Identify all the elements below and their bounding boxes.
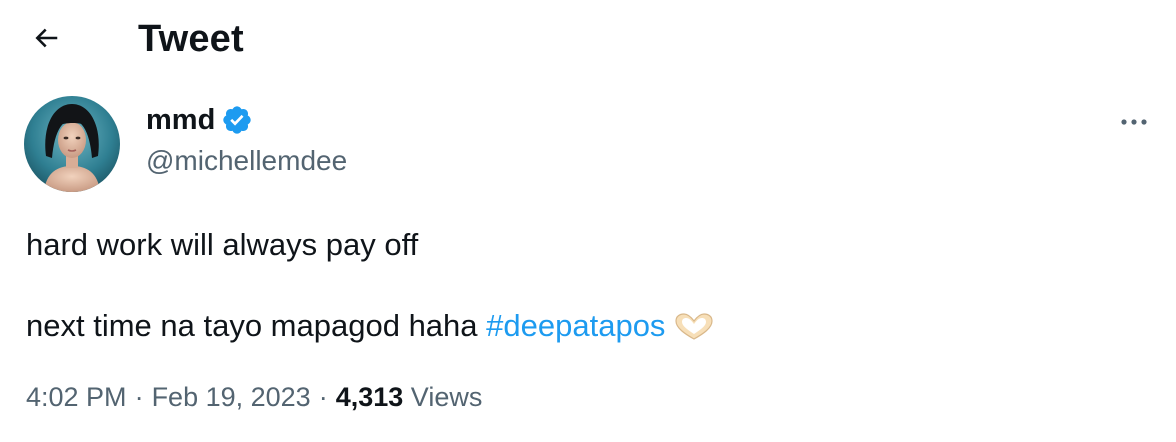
meta-separator: · bbox=[134, 382, 144, 412]
tweet-meta: 4:02 PM · Feb 19, 2023 · 4,313 Views bbox=[26, 380, 482, 414]
tweet-time: 4:02 PM bbox=[26, 382, 127, 412]
page-title: Tweet bbox=[138, 18, 244, 60]
tweet-date: Feb 19, 2023 bbox=[151, 382, 311, 412]
tweet-author-row: mmd @michellemdee bbox=[24, 96, 1154, 196]
heart-hands-icon bbox=[673, 312, 715, 342]
more-horizontal-icon bbox=[1119, 114, 1149, 132]
author-display-name: mmd bbox=[146, 104, 216, 136]
back-button[interactable] bbox=[22, 18, 70, 62]
avatar[interactable] bbox=[24, 96, 120, 192]
views-label: Views bbox=[410, 382, 483, 412]
hashtag-link[interactable]: #deepatapos bbox=[486, 308, 665, 343]
tweet-header: Tweet bbox=[0, 0, 1176, 78]
more-options-button[interactable] bbox=[1114, 108, 1154, 138]
arrow-left-icon bbox=[31, 23, 61, 58]
author-handle[interactable]: @michellemdee bbox=[146, 144, 347, 178]
verified-badge-icon[interactable] bbox=[221, 104, 253, 136]
author-name-link[interactable]: mmd bbox=[146, 102, 253, 138]
tweet-text-line-1: hard work will always pay off bbox=[26, 227, 419, 262]
tweet-text-line-2: next time na tayo mapagod haha #deepatap… bbox=[26, 307, 715, 345]
tweet-timestamp-link[interactable]: 4:02 PM · Feb 19, 2023 bbox=[26, 382, 311, 412]
tweet-text-plain: next time na tayo mapagod haha bbox=[26, 308, 487, 343]
meta-separator: · bbox=[318, 382, 328, 412]
views-count: 4,313 bbox=[335, 382, 404, 412]
